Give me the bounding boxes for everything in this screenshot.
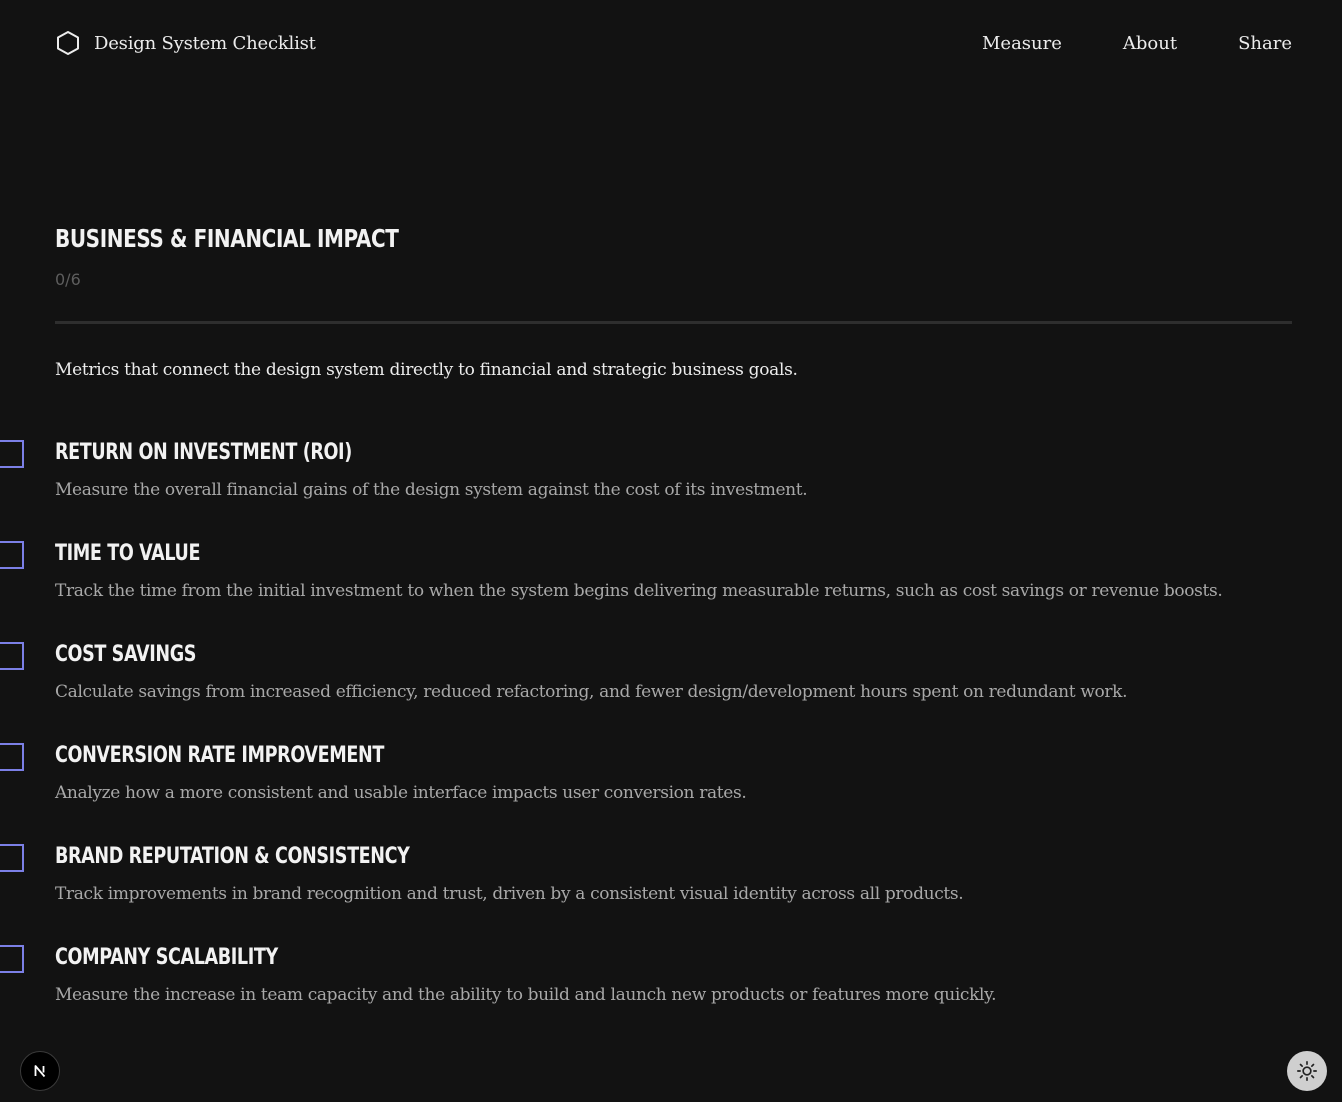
brand-name: Design System Checklist <box>94 32 316 54</box>
section-title: BUSINESS & FINANCIAL IMPACT <box>55 224 399 253</box>
checklist-item-company-scalability: COMPANY SCALABILITY Measure the increase… <box>0 941 1342 1042</box>
item-title: CONVERSION RATE IMPROVEMENT <box>55 743 384 768</box>
section-divider <box>55 321 1292 324</box>
nav-share[interactable]: Share <box>1238 33 1292 54</box>
checklist-item-time-to-value: TIME TO VALUE Track the time from the in… <box>0 537 1342 638</box>
item-description: Track improvements in brand recognition … <box>55 884 964 904</box>
nav-measure[interactable]: Measure <box>982 33 1062 54</box>
item-title: TIME TO VALUE <box>55 541 201 566</box>
section-description: Metrics that connect the design system d… <box>55 360 798 380</box>
sun-icon <box>1297 1061 1317 1081</box>
item-title: BRAND REPUTATION & CONSISTENCY <box>55 844 410 869</box>
checklist: RETURN ON INVESTMENT (ROI) Measure the o… <box>0 436 1342 1042</box>
theme-toggle-button[interactable] <box>1287 1051 1327 1091</box>
checklist-item-roi: RETURN ON INVESTMENT (ROI) Measure the o… <box>0 436 1342 537</box>
item-description: Measure the increase in team capacity an… <box>55 985 997 1005</box>
checklist-item-cost-savings: COST SAVINGS Calculate savings from incr… <box>0 638 1342 739</box>
checkbox-brand-reputation[interactable] <box>0 844 24 872</box>
progress-counter: 0/6 <box>55 270 81 289</box>
checkbox-roi[interactable] <box>0 440 24 468</box>
main-nav: Measure About Share <box>982 28 1292 58</box>
hexagon-icon <box>57 31 79 55</box>
top-header: Design System Checklist Measure About Sh… <box>0 0 1342 84</box>
checkbox-time-to-value[interactable] <box>0 541 24 569</box>
checklist-item-conversion-rate: CONVERSION RATE IMPROVEMENT Analyze how … <box>0 739 1342 840</box>
checkbox-cost-savings[interactable] <box>0 642 24 670</box>
item-title: COST SAVINGS <box>55 642 197 667</box>
nav-about[interactable]: About <box>1123 33 1177 54</box>
checkbox-conversion-rate[interactable] <box>0 743 24 771</box>
item-title: COMPANY SCALABILITY <box>55 945 278 970</box>
item-description: Analyze how a more consistent and usable… <box>55 783 747 803</box>
checkbox-company-scalability[interactable] <box>0 945 24 973</box>
item-description: Measure the overall financial gains of t… <box>55 480 808 500</box>
checklist-item-brand-reputation: BRAND REPUTATION & CONSISTENCY Track imp… <box>0 840 1342 941</box>
brand-link[interactable]: Design System Checklist <box>55 28 316 58</box>
nextjs-n-icon <box>34 1065 46 1078</box>
item-description: Track the time from the initial investme… <box>55 581 1223 601</box>
nextjs-badge[interactable] <box>20 1051 60 1091</box>
item-description: Calculate savings from increased efficie… <box>55 682 1128 702</box>
item-title: RETURN ON INVESTMENT (ROI) <box>55 440 352 465</box>
